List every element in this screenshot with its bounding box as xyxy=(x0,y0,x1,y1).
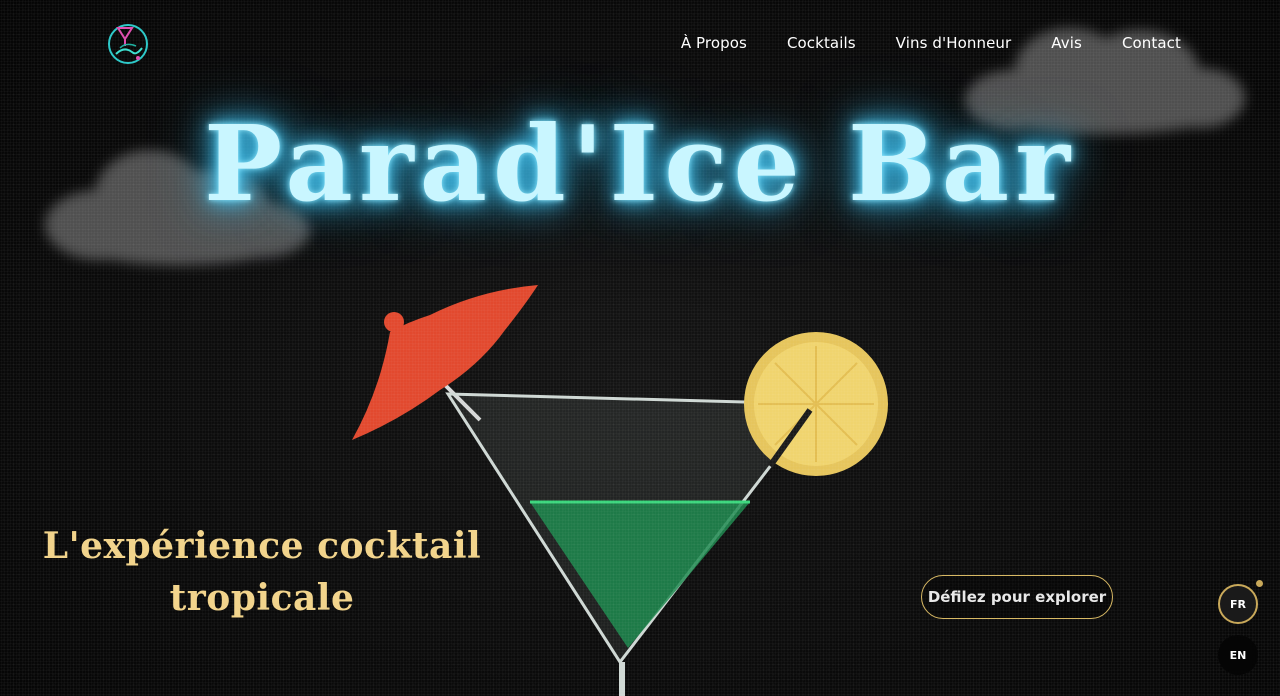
nav-link-avis[interactable]: Avis xyxy=(1051,34,1082,52)
hero-title: Parad'Ice Bar xyxy=(204,102,1076,225)
nav-link-cocktails[interactable]: Cocktails xyxy=(787,34,856,52)
hero-section: À Propos Cocktails Vins d'Honneur Avis C… xyxy=(0,0,1280,696)
hero-tagline-line1: L'expérience cocktail xyxy=(42,525,482,567)
nav-link-a-propos[interactable]: À Propos xyxy=(681,34,747,52)
hero-tagline: L'expérience cocktail tropicale xyxy=(42,520,482,624)
hero-tagline-line2: tropicale xyxy=(169,577,355,619)
logo-icon[interactable] xyxy=(106,22,150,66)
nav-link-vins-d-honneur[interactable]: Vins d'Honneur xyxy=(896,34,1012,52)
nav-link-contact[interactable]: Contact xyxy=(1122,34,1181,52)
scroll-explore-button[interactable]: Défilez pour explorer xyxy=(921,575,1113,619)
cocktail-illustration xyxy=(352,285,888,696)
language-fr-button[interactable]: FR xyxy=(1218,584,1258,624)
top-navigation: À Propos Cocktails Vins d'Honneur Avis C… xyxy=(0,0,1280,90)
language-en-button[interactable]: EN xyxy=(1218,635,1258,675)
nav-links: À Propos Cocktails Vins d'Honneur Avis C… xyxy=(681,34,1181,52)
language-active-indicator xyxy=(1256,580,1263,587)
